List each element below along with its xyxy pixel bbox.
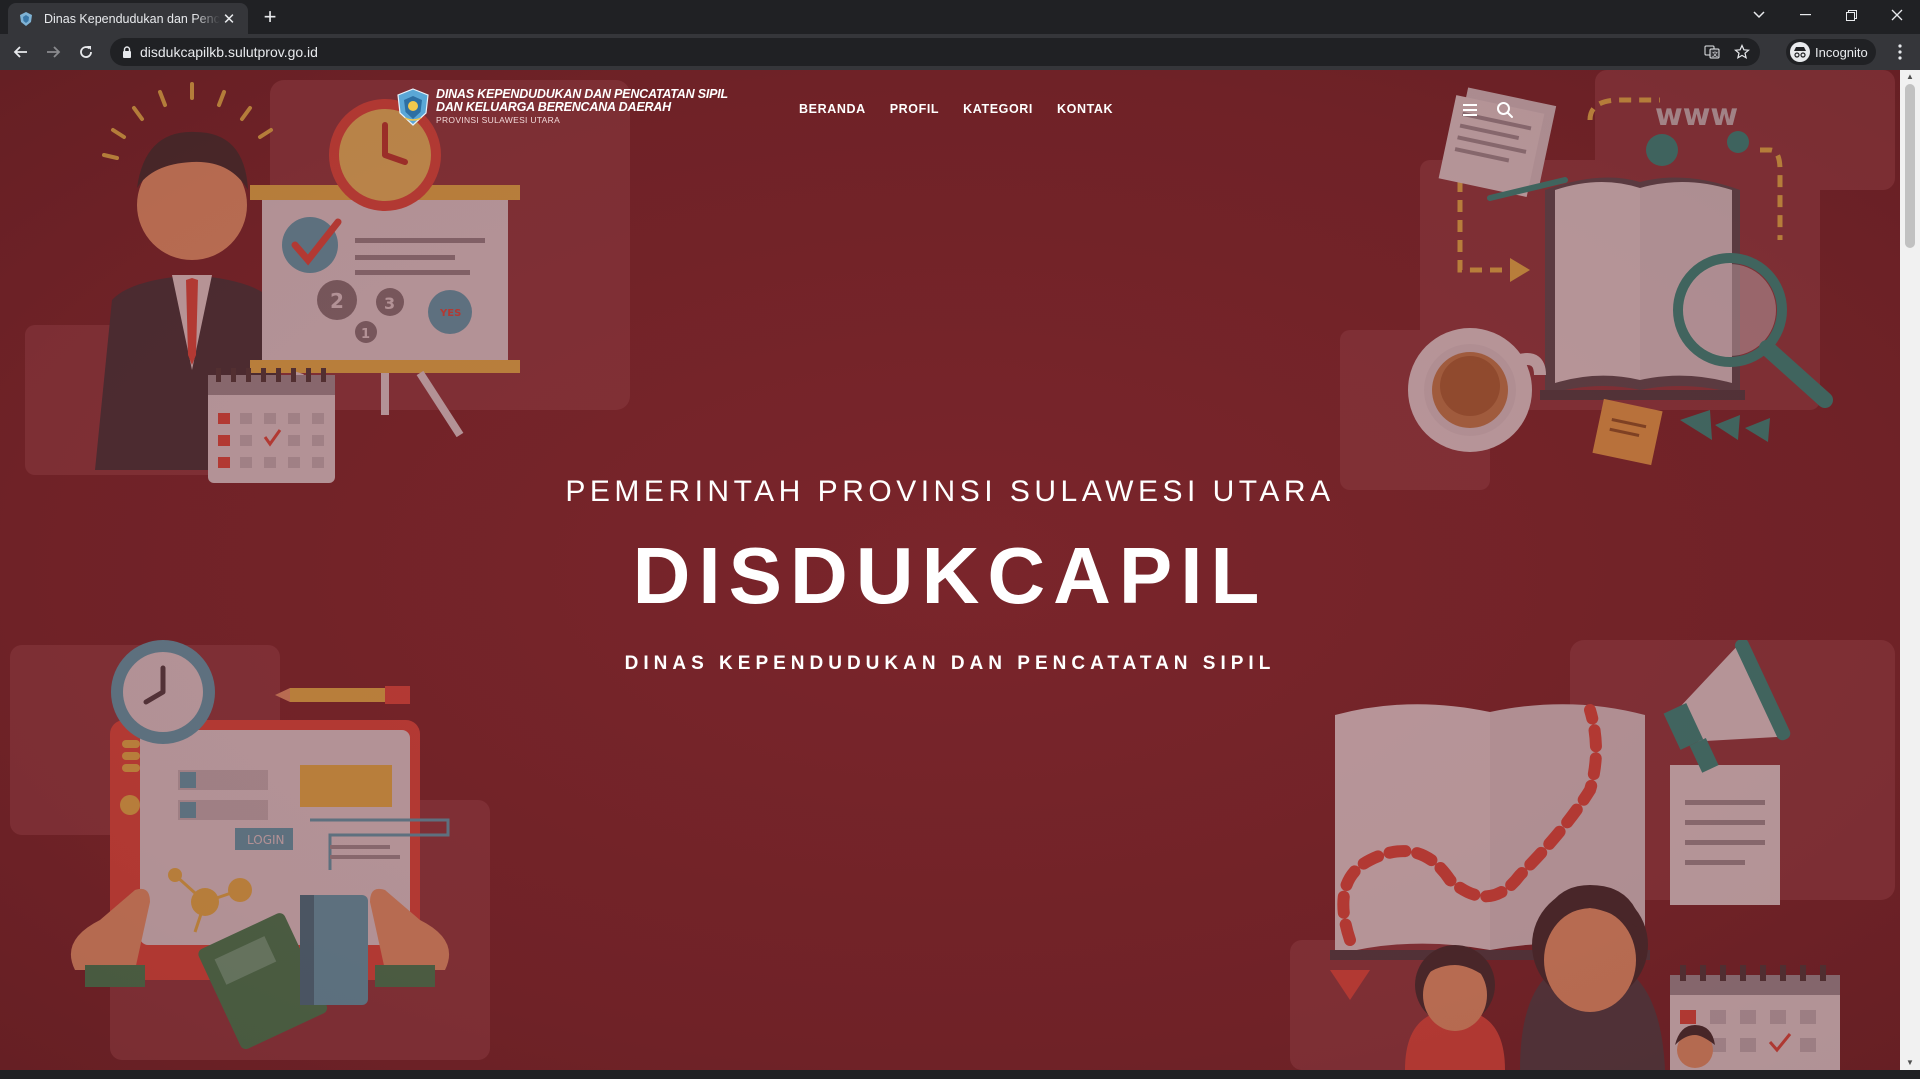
scroll-down-arrow-icon[interactable]: ▼: [1905, 1058, 1915, 1068]
nav-beranda[interactable]: BERANDA: [799, 102, 866, 116]
logo-line-2: DAN KELUARGA BERENCANA DAERAH: [436, 100, 671, 114]
scroll-thumb[interactable]: [1905, 84, 1915, 248]
browser-tab-strip: Dinas Kependudukan dan Pencatatan Sipil …: [0, 0, 1920, 34]
hero-subtitle: DINAS KEPENDUDUKAN DAN PENCATATAN SIPIL: [624, 653, 1276, 674]
site-favicon-icon: [20, 11, 32, 26]
svg-text:文: 文: [1712, 51, 1718, 59]
translate-icon[interactable]: 文: [1704, 44, 1720, 60]
incognito-label: Incognito: [1815, 44, 1868, 60]
close-window-icon[interactable]: [1874, 0, 1920, 30]
number-3-label: 3: [384, 294, 395, 313]
logo-line-3: PROVINSI SULAWESI UTARA: [436, 115, 561, 125]
search-icon[interactable]: [1496, 101, 1514, 119]
reload-icon[interactable]: [74, 40, 98, 64]
minimize-icon[interactable]: [1782, 0, 1828, 30]
nav-kategori[interactable]: KATEGORI: [963, 102, 1033, 116]
browser-toolbar: disdukcapilkb.sulutprov.go.id 文 Incognit…: [0, 34, 1920, 70]
incognito-icon: [1790, 42, 1810, 62]
businessman-presentation-illustration: 2 3 1 YES: [25, 80, 630, 483]
book-megaphone-people-illustration: [1290, 640, 1895, 1070]
login-label: LOGIN: [247, 833, 285, 847]
page-scrollbar[interactable]: ▲ ▼: [1900, 70, 1920, 1070]
bookmark-star-icon[interactable]: [1734, 44, 1750, 60]
window-bottom-edge: [0, 1070, 1920, 1079]
yes-label: YES: [439, 308, 461, 319]
url-text[interactable]: disdukcapilkb.sulutprov.go.id: [140, 44, 318, 60]
book-magnifier-illustration: www: [1340, 70, 1895, 490]
main-navigation: BERANDA PROFIL KATEGORI KONTAK: [799, 102, 1113, 116]
tab-close-icon[interactable]: ✕: [220, 10, 238, 28]
tab-search-icon[interactable]: [1736, 0, 1782, 30]
scroll-up-arrow-icon[interactable]: ▲: [1905, 72, 1915, 82]
provincial-emblem-icon: [397, 88, 429, 126]
site-logo[interactable]: DINAS KEPENDUDUKAN DAN PENCATATAN SIPIL …: [396, 88, 728, 127]
incognito-indicator[interactable]: Incognito: [1786, 39, 1876, 65]
browser-tab[interactable]: Dinas Kependudukan dan Pencatatan Sipil …: [8, 3, 248, 34]
hamburger-menu-icon[interactable]: [1463, 104, 1477, 116]
tab-title: Dinas Kependudukan dan Pencatatan Sipil: [44, 11, 220, 26]
address-bar[interactable]: disdukcapilkb.sulutprov.go.id 文: [110, 38, 1760, 66]
number-2-label: 2: [330, 289, 344, 313]
number-1-label: 1: [361, 327, 370, 342]
new-tab-button[interactable]: +: [258, 4, 282, 30]
nav-kontak[interactable]: KONTAK: [1057, 102, 1113, 116]
browser-menu-icon[interactable]: [1888, 40, 1912, 64]
restore-icon[interactable]: [1828, 0, 1874, 30]
hero-pre-title: PEMERINTAH PROVINSI SULAWESI UTARA: [565, 475, 1335, 508]
nav-profil[interactable]: PROFIL: [890, 102, 939, 116]
tablet-login-illustration: LOGIN: [10, 640, 490, 1060]
back-arrow-icon[interactable]: [9, 40, 33, 64]
lock-icon: [123, 46, 131, 58]
page-viewport: 2 3 1 YES www LOGIN DINAS KEPENDUDUKAN D…: [0, 70, 1920, 1070]
forward-arrow-icon[interactable]: [41, 40, 65, 64]
www-label: www: [1655, 98, 1738, 133]
hero-title: DISDUKCAPIL: [632, 531, 1268, 620]
